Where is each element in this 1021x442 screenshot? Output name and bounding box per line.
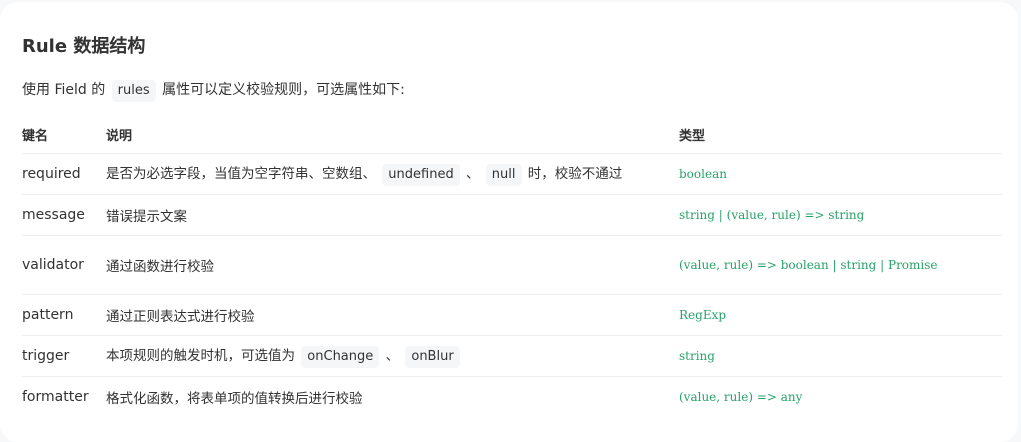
row-name: required	[22, 153, 106, 195]
inline-code-rules: rules	[111, 80, 156, 102]
intro-paragraph: 使用 Field 的 rules 属性可以定义校验规则，可选属性如下:	[22, 78, 405, 102]
rule-table: 键名 说明 类型 required 是否为必选字段，当值为空字符串、空数组、 u…	[22, 115, 1002, 417]
row-type: RegExp	[679, 294, 1002, 336]
header-name: 键名	[22, 128, 49, 144]
header-type: 类型	[679, 128, 706, 144]
row-desc: 格式化函数，将表单项的值转换后进行校验	[106, 376, 679, 417]
section-heading: Rule 数据结构	[22, 36, 146, 57]
desc-text: 、	[385, 348, 400, 364]
inline-code-onchange: onChange	[301, 346, 380, 368]
inline-code-null: null	[485, 164, 522, 186]
row-desc: 本项规则的触发时机，可选值为 onChange 、 onBlur	[106, 335, 679, 377]
doc-card: Rule 数据结构 使用 Field 的 rules 属性可以定义校验规则，可选…	[0, 2, 1018, 442]
row-name: trigger	[22, 335, 106, 377]
row-name: message	[22, 194, 106, 236]
desc-text: 时，校验不通过	[527, 166, 623, 182]
table-row-pattern: pattern 通过正则表达式进行校验 RegExp	[22, 294, 1002, 336]
table-row-message: message 错误提示文案 string | (value, rule) =>…	[22, 194, 1002, 236]
header-desc: 说明	[106, 128, 133, 144]
intro-text-after: 属性可以定义校验规则，可选属性如下:	[162, 82, 405, 98]
desc-text: 本项规则的触发时机，可选值为	[106, 348, 295, 364]
intro-text-before: 使用 Field 的	[22, 82, 106, 98]
row-name: pattern	[22, 294, 106, 336]
row-name: validator	[22, 235, 106, 295]
table-row-formatter: formatter 格式化函数，将表单项的值转换后进行校验 (value, ru…	[22, 376, 1002, 417]
row-desc: 通过函数进行校验	[106, 235, 679, 295]
table-row-validator: validator 通过函数进行校验 (value, rule) => bool…	[22, 235, 1002, 295]
table-header-row: 键名 说明 类型	[22, 115, 1002, 154]
desc-text: 是否为必选字段，当值为空字符串、空数组、	[106, 166, 376, 182]
row-type: string	[679, 335, 1002, 377]
row-type: (value, rule) => boolean | string | Prom…	[679, 235, 1002, 295]
table-row-trigger: trigger 本项规则的触发时机，可选值为 onChange 、 onBlur…	[22, 335, 1002, 377]
inline-code-undefined: undefined	[382, 164, 460, 186]
row-name: formatter	[22, 376, 106, 417]
row-type: boolean	[679, 153, 1002, 195]
table-row-required: required 是否为必选字段，当值为空字符串、空数组、 undefined …	[22, 153, 1002, 195]
row-desc: 是否为必选字段，当值为空字符串、空数组、 undefined 、 null 时，…	[106, 153, 679, 195]
row-type: string | (value, rule) => string	[679, 194, 1002, 236]
inline-code-onblur: onBlur	[405, 346, 460, 368]
row-desc: 错误提示文案	[106, 194, 679, 236]
desc-text: 、	[466, 166, 480, 182]
row-desc: 通过正则表达式进行校验	[106, 294, 679, 336]
row-type: (value, rule) => any	[679, 376, 1002, 417]
